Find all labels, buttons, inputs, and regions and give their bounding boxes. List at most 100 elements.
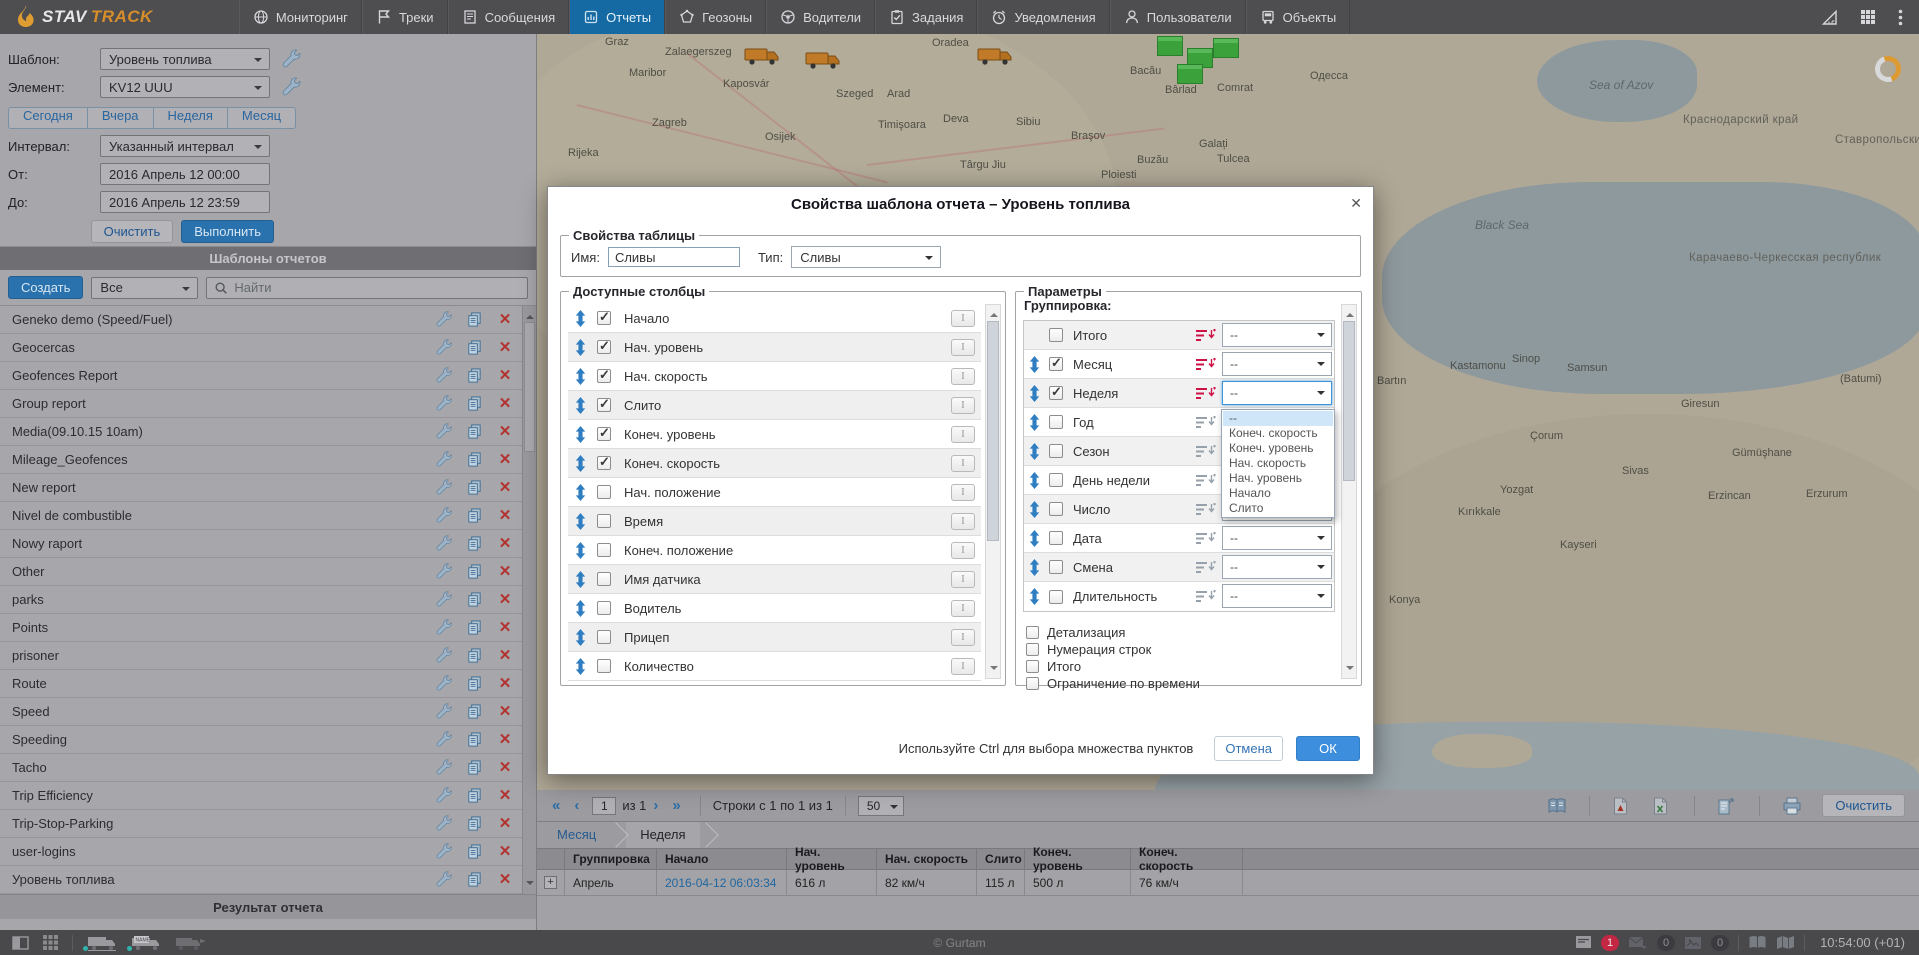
- copy-icon[interactable]: [466, 871, 484, 889]
- copy-icon[interactable]: [466, 311, 484, 329]
- edit-wrench-icon[interactable]: [436, 451, 454, 469]
- edit-wrench-icon[interactable]: [436, 535, 454, 553]
- move-updown-icon[interactable]: [574, 426, 587, 443]
- edit-wrench-icon[interactable]: [436, 787, 454, 805]
- column-checkbox[interactable]: [597, 398, 611, 412]
- copy-icon[interactable]: [466, 675, 484, 693]
- grid-view-icon[interactable]: [43, 935, 58, 950]
- notifications-count-badge[interactable]: 1: [1601, 935, 1619, 951]
- truck-marker-icon[interactable]: [977, 46, 1013, 66]
- create-template-button[interactable]: Создать: [8, 276, 83, 299]
- dropdown-option[interactable]: --: [1223, 411, 1333, 426]
- report-book-icon[interactable]: [1547, 797, 1567, 815]
- edit-wrench-icon[interactable]: [436, 675, 454, 693]
- move-updown-icon[interactable]: [1028, 530, 1041, 547]
- copy-icon[interactable]: [466, 479, 484, 497]
- edit-wrench-icon[interactable]: [436, 311, 454, 329]
- move-updown-icon[interactable]: [574, 339, 587, 356]
- delete-icon[interactable]: ✕: [496, 787, 514, 805]
- add-total-column-icon[interactable]: [1196, 416, 1216, 430]
- pagination-first-button[interactable]: «: [545, 797, 567, 814]
- template-select[interactable]: Уровень топлива: [100, 48, 270, 70]
- delete-icon[interactable]: ✕: [496, 843, 514, 861]
- header-cell[interactable]: Группировка: [565, 849, 657, 869]
- rename-column-button[interactable]: I: [951, 629, 975, 646]
- template-list-item[interactable]: prisoner✕: [0, 642, 536, 670]
- add-total-column-icon[interactable]: [1196, 387, 1216, 401]
- add-total-column-icon[interactable]: [1196, 532, 1216, 546]
- template-list-item[interactable]: Speeding✕: [0, 726, 536, 754]
- dropdown-option[interactable]: Нач. скорость: [1223, 456, 1333, 471]
- table-cell[interactable]: 2016-04-12 06:03:34: [657, 870, 787, 895]
- kebab-menu-icon[interactable]: [1898, 9, 1903, 26]
- template-list-item[interactable]: Nivel de combustible✕: [0, 502, 536, 530]
- panel-toggle-icon[interactable]: [12, 936, 29, 950]
- nav-tab-monitoring[interactable]: Мониторинг: [239, 0, 362, 34]
- template-list-item[interactable]: user-logins✕: [0, 838, 536, 866]
- edit-wrench-icon[interactable]: [436, 339, 454, 357]
- header-cell[interactable]: Нач. уровень: [787, 849, 877, 869]
- move-updown-icon[interactable]: [1028, 559, 1041, 576]
- apps-grid-icon[interactable]: [1860, 9, 1876, 25]
- ok-button[interactable]: ОК: [1296, 736, 1360, 761]
- header-cell[interactable]: Нач. скорость: [877, 849, 977, 869]
- grouping-checkbox[interactable]: [1049, 531, 1063, 545]
- pagination-next-button[interactable]: ›: [646, 797, 665, 814]
- move-updown-icon[interactable]: [574, 542, 587, 559]
- move-updown-icon[interactable]: [1028, 385, 1041, 402]
- minimap-icon[interactable]: [1776, 935, 1795, 950]
- interval-select[interactable]: Указанный интервал: [100, 135, 270, 157]
- result-tab-Месяц[interactable]: Месяц: [543, 822, 610, 848]
- template-list-item[interactable]: New report✕: [0, 474, 536, 502]
- ruler-icon[interactable]: [1821, 9, 1838, 26]
- template-list-item[interactable]: Trip-Stop-Parking✕: [0, 810, 536, 838]
- nav-tab-notifications[interactable]: Уведомления: [977, 0, 1109, 34]
- truck-marker-icon[interactable]: [805, 50, 841, 70]
- option-checkbox[interactable]: [1026, 626, 1039, 639]
- move-updown-icon[interactable]: [574, 484, 587, 501]
- rename-column-button[interactable]: I: [951, 368, 975, 385]
- container-marker-icon[interactable]: [1157, 36, 1183, 56]
- edit-wrench-icon[interactable]: [436, 843, 454, 861]
- template-list-item[interactable]: Уровень топлива✕: [0, 866, 536, 894]
- delete-icon[interactable]: ✕: [496, 535, 514, 553]
- delete-icon[interactable]: ✕: [496, 591, 514, 609]
- grouping-checkbox[interactable]: [1049, 590, 1063, 604]
- copy-icon[interactable]: [466, 787, 484, 805]
- nav-tab-units[interactable]: Объекты: [1246, 0, 1351, 34]
- delete-icon[interactable]: ✕: [496, 703, 514, 721]
- move-updown-icon[interactable]: [1028, 501, 1041, 518]
- container-marker-icon[interactable]: [1177, 64, 1203, 84]
- log-book-icon[interactable]: [1748, 935, 1767, 950]
- grouping-checkbox[interactable]: [1049, 415, 1063, 429]
- copy-icon[interactable]: [466, 563, 484, 581]
- header-cell[interactable]: Начало: [657, 849, 787, 869]
- driver-messages-icon[interactable]: [1628, 936, 1648, 950]
- rename-column-button[interactable]: I: [951, 426, 975, 443]
- column-checkbox[interactable]: [597, 659, 611, 673]
- add-total-column-icon[interactable]: [1196, 329, 1216, 343]
- copy-icon[interactable]: [466, 535, 484, 553]
- dropdown-option[interactable]: Конеч. скорость: [1223, 426, 1333, 441]
- delete-icon[interactable]: ✕: [496, 815, 514, 833]
- header-cell[interactable]: Слито: [977, 849, 1025, 869]
- scroll-thumb[interactable]: [524, 322, 535, 452]
- grouping-checkbox[interactable]: [1049, 502, 1063, 516]
- column-checkbox[interactable]: [597, 630, 611, 644]
- template-list-item[interactable]: Geofences Report✕: [0, 362, 536, 390]
- edit-wrench-icon[interactable]: [436, 395, 454, 413]
- apply-template-icon[interactable]: [1717, 797, 1737, 815]
- add-total-column-icon[interactable]: [1196, 503, 1216, 517]
- edit-wrench-icon[interactable]: [436, 815, 454, 833]
- copy-icon[interactable]: [466, 451, 484, 469]
- column-checkbox[interactable]: [597, 369, 611, 383]
- scroll-up-icon[interactable]: [1346, 309, 1354, 317]
- clear-button[interactable]: Очистить: [91, 220, 174, 243]
- copy-icon[interactable]: [466, 395, 484, 413]
- move-updown-icon[interactable]: [1028, 356, 1041, 373]
- page-number-input[interactable]: 1: [592, 797, 616, 815]
- add-total-column-icon[interactable]: [1196, 445, 1216, 459]
- nav-tab-tracks[interactable]: Треки: [362, 0, 448, 34]
- scroll-up-ic on[interactable]: [990, 309, 998, 317]
- move-updown-icon[interactable]: [574, 455, 587, 472]
